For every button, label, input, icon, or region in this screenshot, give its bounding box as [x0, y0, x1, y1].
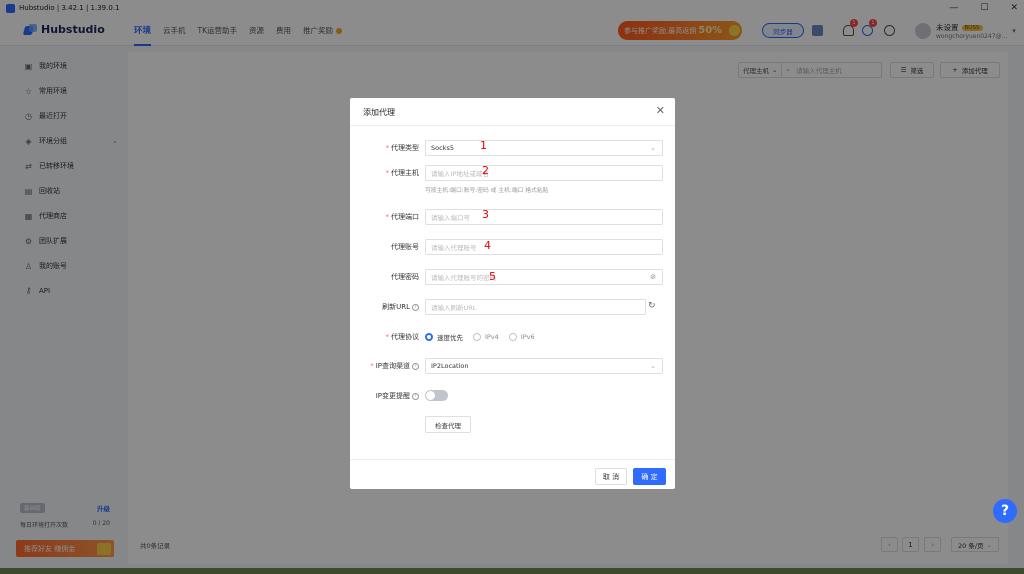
chevron-down-icon: ⌄	[650, 144, 656, 152]
add-proxy-dialog: 添加代理 ✕ * 代理类型 Socks5 ⌄ 1 * 代理主机 请输入IP地址或域名 …	[350, 98, 675, 489]
proxy-account-label: 代理账号	[391, 243, 419, 251]
check-proxy-button[interactable]: 检查代理	[425, 416, 471, 433]
proxy-port-input[interactable]: 请输入端口号	[425, 209, 663, 225]
proxy-protocol-row: * 代理协议 速度优先 IPv4 IPv6	[350, 329, 675, 345]
required-mark: *	[385, 144, 390, 152]
radio-empty-icon	[508, 333, 517, 341]
app-window: Hubstudio | 3.42.1 | 1.39.0.1 — ☐ ✕ Hubs…	[0, 0, 1024, 568]
annotation-1: 1	[480, 139, 487, 152]
ip-change-alert-row: IP变更提醒?	[350, 388, 675, 404]
required-mark: *	[385, 169, 390, 177]
radio-ipv6[interactable]: IPv6	[508, 333, 535, 341]
question-icon[interactable]: ?	[412, 392, 419, 400]
proxy-password-row: 代理密码 请输入代理账号的密码 ⊘ 5	[350, 269, 675, 285]
ip-channel-row: * IP查询渠道? IP2Location ⌄	[350, 358, 675, 374]
chevron-down-icon: ⌄	[650, 362, 656, 370]
refresh-url-row: 刷新URL? 请输入刷新URL ↻	[350, 299, 675, 315]
dialog-title: 添加代理	[363, 108, 395, 117]
desktop-wallpaper-bottom	[0, 568, 1024, 574]
proxy-password-input[interactable]: 请输入代理账号的密码 ⊘	[425, 269, 663, 285]
radio-empty-icon	[473, 333, 481, 341]
annotation-3: 3	[482, 208, 489, 221]
radio-selected-icon	[425, 333, 433, 341]
help-button[interactable]: ?	[993, 499, 1017, 523]
confirm-button[interactable]: 确 定	[633, 468, 666, 485]
question-icon[interactable]: ?	[412, 362, 419, 370]
proxy-host-row: * 代理主机 请输入IP地址或域名 2	[350, 164, 675, 181]
dialog-footer: 取 消 确 定	[350, 459, 675, 489]
proxy-port-row: * 代理端口 请输入端口号 3	[350, 208, 675, 225]
annotation-4: 4	[484, 239, 491, 252]
proxy-type-row: * 代理类型 Socks5 ⌄ 1	[350, 139, 675, 156]
radio-speed-priority[interactable]: 速度优先	[425, 332, 463, 342]
refresh-icon[interactable]: ↻	[648, 301, 656, 311]
eye-off-icon[interactable]: ⊘	[650, 273, 656, 281]
ip-channel-select[interactable]: IP2Location ⌄	[425, 358, 663, 374]
proxy-account-input[interactable]: 请输入代理账号	[425, 239, 663, 255]
required-mark: *	[385, 213, 390, 221]
required-mark: *	[370, 362, 374, 370]
refresh-url-input[interactable]: 请输入刷新URL	[425, 299, 646, 315]
annotation-5: 5	[489, 270, 496, 283]
ip-change-toggle[interactable]	[425, 390, 448, 401]
protocol-radio-group: 速度优先 IPv4 IPv6	[425, 329, 535, 345]
required-mark: *	[385, 333, 390, 341]
annotation-2: 2	[482, 164, 489, 177]
dialog-header: 添加代理 ✕	[350, 98, 675, 126]
host-format-hint: 可按主机:端口:账号:密码 或 主机:端口 格式粘贴	[425, 188, 549, 194]
radio-ipv4[interactable]: IPv4	[473, 333, 499, 341]
proxy-password-label: 代理密码	[391, 273, 419, 281]
proxy-account-row: 代理账号 请输入代理账号 4	[350, 239, 675, 255]
cancel-button[interactable]: 取 消	[595, 468, 627, 485]
question-icon[interactable]: ?	[412, 303, 419, 311]
close-icon[interactable]: ✕	[656, 104, 665, 117]
proxy-type-select[interactable]: Socks5 ⌄	[425, 140, 663, 156]
proxy-host-input[interactable]: 请输入IP地址或域名	[425, 165, 663, 181]
